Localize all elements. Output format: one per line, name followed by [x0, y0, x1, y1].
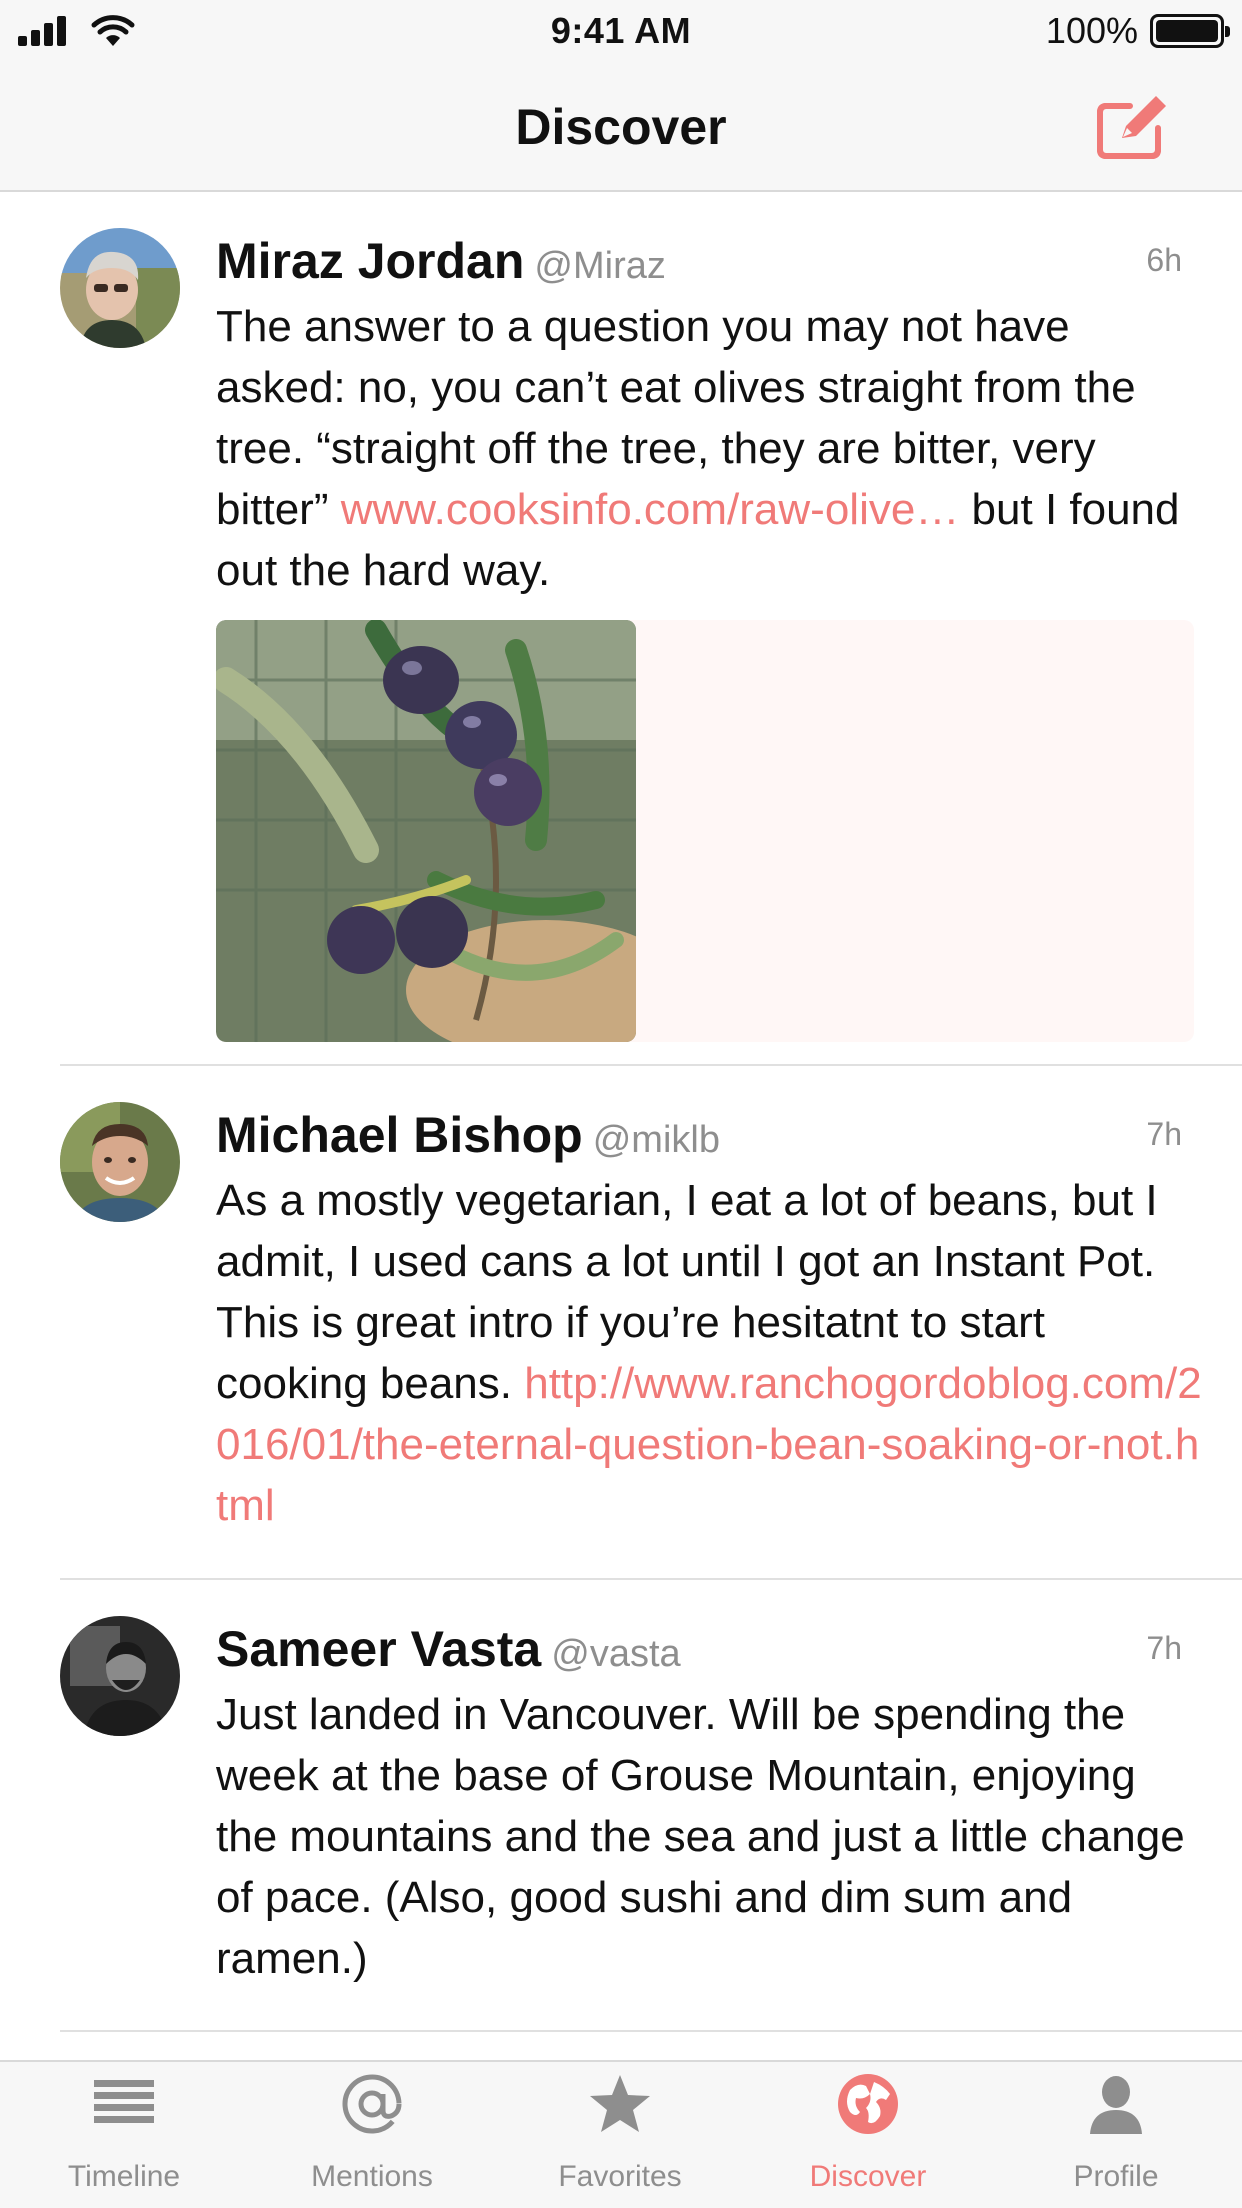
star-icon	[590, 2075, 650, 2132]
status-bar: 9:41 AM 100%	[0, 0, 1242, 62]
battery-percentage: 100%	[1045, 10, 1138, 51]
post-text: As a mostly vegetarian, I eat a lot of b…	[216, 1170, 1206, 1536]
post-item[interactable]: Michael Bishop @miklb 7h As a mostly vege…	[0, 1066, 1242, 1580]
at-icon	[342, 2074, 402, 2134]
author-name[interactable]: Miraz Jordan	[216, 233, 524, 289]
page-title: Discover	[515, 99, 727, 155]
post-time: 7h	[1146, 1630, 1182, 1666]
tab-label: Profile	[1073, 2160, 1159, 2193]
post-photo[interactable]	[216, 620, 636, 1042]
battery-icon	[1150, 14, 1230, 48]
person-icon	[1090, 2076, 1142, 2134]
post-item[interactable]: Sameer Vasta @vasta 7h Just landed in Van…	[0, 1580, 1242, 2032]
tab-mentions[interactable]: Mentions	[248, 2062, 496, 2208]
tab-timeline[interactable]: Timeline	[0, 2062, 248, 2208]
post-photo-container	[216, 620, 1194, 1042]
tab-bar: Timeline Mentions Favorites Discover Pro…	[0, 2060, 1242, 2208]
author-handle[interactable]: @vasta	[551, 1633, 680, 1675]
tab-profile[interactable]: Profile	[992, 2062, 1240, 2208]
nav-bar: Discover	[0, 62, 1242, 192]
post-text-body: Just landed in Vancouver. Will be spendi…	[216, 1690, 1185, 1983]
compose-icon[interactable]	[1096, 92, 1172, 162]
avatar[interactable]	[60, 1102, 180, 1222]
post-text: Just landed in Vancouver. Will be spendi…	[216, 1684, 1206, 1989]
globe-icon	[838, 2074, 898, 2134]
timeline-icon	[94, 2080, 154, 2123]
post-text: The answer to a question you may not hav…	[216, 296, 1206, 601]
tab-discover[interactable]: Discover	[744, 2062, 992, 2208]
post-item[interactable]: Miraz Jordan @Miraz 6h The answer to a qu…	[0, 192, 1242, 1066]
post-divider	[60, 2030, 1242, 2032]
avatar[interactable]	[60, 1616, 180, 1736]
tab-label: Mentions	[311, 2160, 433, 2193]
author-handle[interactable]: @Miraz	[534, 245, 665, 287]
post-author[interactable]: Michael Bishop @miklb	[216, 1106, 720, 1164]
tab-label: Favorites	[558, 2160, 682, 2193]
tab-label: Timeline	[67, 2160, 181, 2193]
tab-favorites[interactable]: Favorites	[496, 2062, 744, 2208]
author-handle[interactable]: @miklb	[593, 1119, 720, 1161]
avatar[interactable]	[60, 228, 180, 348]
post-author[interactable]: Miraz Jordan @Miraz	[216, 232, 666, 290]
post-time: 7h	[1146, 1116, 1182, 1152]
post-author[interactable]: Sameer Vasta @vasta	[216, 1620, 681, 1678]
tab-label: Discover	[809, 2160, 927, 2193]
author-name[interactable]: Sameer Vasta	[216, 1621, 541, 1677]
feed[interactable]: Miraz Jordan @Miraz 6h The answer to a qu…	[0, 192, 1242, 2060]
post-link[interactable]: www.cooksinfo.com/raw-olive…	[341, 485, 960, 534]
post-time: 6h	[1146, 242, 1182, 278]
author-name[interactable]: Michael Bishop	[216, 1107, 583, 1163]
